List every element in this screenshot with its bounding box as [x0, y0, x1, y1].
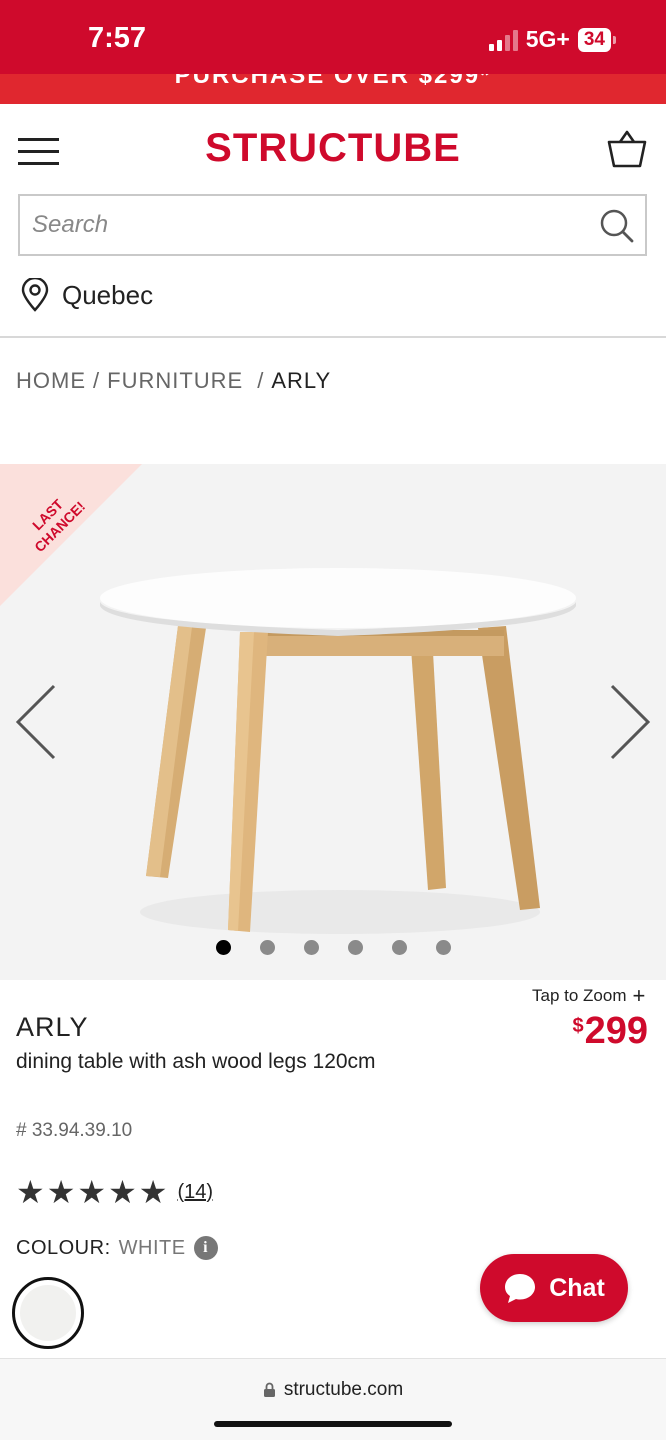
tap-to-zoom[interactable]: Tap to Zoom +	[532, 983, 646, 1008]
star-icon: ★	[46, 1174, 76, 1210]
site-logo[interactable]: STRUCTUBE	[0, 126, 666, 171]
product-price: $ 299	[572, 1010, 648, 1053]
carousel-dot[interactable]	[435, 940, 451, 955]
breadcrumb: HOME / FURNITURE / ARLY	[16, 368, 331, 394]
carousel-dot[interactable]	[391, 940, 407, 955]
zoom-hint-label: Tap to Zoom	[532, 986, 627, 1005]
swatch-fill	[20, 1285, 76, 1341]
product-name: ARLY	[16, 1012, 89, 1042]
url-text: structube.com	[283, 1379, 404, 1400]
product-sku: # 33.94.39.10	[16, 1120, 133, 1141]
colour-swatch-white[interactable]	[12, 1277, 84, 1349]
menu-icon[interactable]	[18, 134, 60, 166]
info-icon[interactable]: i	[193, 1236, 218, 1260]
breadcrumb-home[interactable]: HOME	[16, 368, 86, 394]
breadcrumb-separator: /	[93, 368, 101, 393]
breadcrumb-current: ARLY	[271, 368, 332, 393]
network-type: 5G+	[525, 26, 570, 52]
carousel-dot[interactable]	[259, 940, 275, 955]
review-count-link[interactable]: (14)	[177, 1181, 213, 1204]
chat-button[interactable]: Chat	[480, 1254, 628, 1322]
site-header: STRUCTUBE Quebec	[0, 104, 666, 338]
price-value: 299	[584, 1010, 648, 1052]
shopping-bag-icon[interactable]	[606, 128, 648, 170]
product-description: dining table with ash wood legs 120cm	[16, 1050, 376, 1073]
store-location[interactable]: Quebec	[20, 278, 153, 312]
chat-label: Chat	[549, 1273, 605, 1302]
carousel-dots	[0, 940, 666, 955]
carousel-dot[interactable]	[347, 940, 363, 955]
status-bar: 7:57 5G+ 34	[0, 0, 666, 74]
promo-banner[interactable]: PURCHASE OVER $299*	[0, 74, 666, 104]
url-display[interactable]: structube.com	[0, 1379, 666, 1401]
promo-text: PURCHASE OVER $299*	[174, 74, 492, 89]
product-gallery[interactable]: LAST CHANCE!	[0, 464, 666, 980]
breadcrumb-separator: /	[257, 368, 265, 393]
search-input[interactable]	[32, 196, 592, 254]
star-icon: ★	[16, 1174, 45, 1210]
price-currency: $	[572, 1015, 584, 1037]
chevron-left-icon[interactable]	[12, 682, 62, 762]
status-time: 7:57	[88, 22, 147, 54]
star-icon: ★	[108, 1174, 137, 1210]
chevron-right-icon[interactable]	[604, 682, 654, 762]
search-icon[interactable]	[599, 208, 635, 244]
search-bar	[18, 194, 647, 256]
location-pin-icon	[21, 278, 49, 312]
product-rating[interactable]: ★ ★ ★ ★ ★ (14)	[16, 1176, 213, 1208]
carousel-dot[interactable]	[303, 940, 319, 955]
lock-icon	[263, 1382, 275, 1397]
plus-icon: +	[632, 983, 646, 1008]
breadcrumb-furniture[interactable]: FURNITURE	[107, 368, 243, 394]
star-icon: ★	[77, 1174, 107, 1210]
colour-label: COLOUR:	[16, 1236, 111, 1259]
browser-url-bar[interactable]: structube.com	[0, 1358, 666, 1440]
home-indicator[interactable]	[214, 1421, 452, 1427]
colour-value: WHITE	[118, 1236, 186, 1259]
star-icon: ★	[138, 1174, 168, 1210]
carousel-dot[interactable]	[215, 940, 231, 955]
location-label: Quebec	[62, 279, 154, 310]
battery-icon: 34	[577, 27, 616, 52]
signal-icon	[488, 29, 518, 51]
chat-bubble-icon	[505, 1274, 536, 1303]
status-indicators: 5G+ 34	[488, 26, 616, 53]
battery-level: 34	[577, 27, 611, 52]
colour-selector-label: COLOUR: WHITE i	[16, 1236, 218, 1260]
